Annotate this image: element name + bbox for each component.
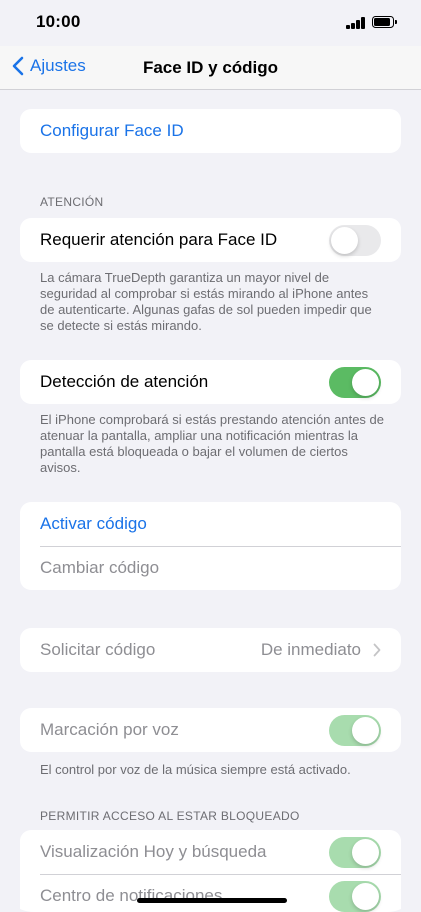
- notification-center-row: Centro de notificaciones: [20, 874, 401, 912]
- voice-dial-footer: El control por voz de la música siempre …: [40, 762, 351, 777]
- activate-passcode-button[interactable]: Activar código: [20, 502, 401, 546]
- voice-dial-group: Marcación por voz: [20, 708, 401, 752]
- locked-access-header: PERMITIR ACCESO AL ESTAR BLOQUEADO: [40, 809, 300, 823]
- page-title: Face ID y código: [142, 58, 279, 77]
- chevron-right-icon: [373, 643, 381, 657]
- today-view-search-row: Visualización Hoy y búsqueda: [20, 830, 401, 874]
- require-attention-label: Requerir atención para Face ID: [40, 230, 278, 249]
- phone-screen: 10:00 Ajustes Face ID y código Configura…: [0, 0, 421, 912]
- voice-dial-row: Marcación por voz: [20, 708, 401, 752]
- require-passcode-label: Solicitar código: [40, 640, 156, 659]
- setup-face-id-group: Configurar Face ID: [20, 109, 401, 153]
- require-passcode-group: Solicitar código De inmediato: [20, 628, 401, 672]
- require-attention-row: Requerir atención para Face ID: [20, 218, 401, 262]
- status-time: 10:00: [36, 12, 81, 31]
- notification-center-label: Centro de notificaciones: [40, 886, 223, 905]
- cellular-signal-icon: [346, 17, 366, 29]
- attention-detection-group: Detección de atención: [20, 360, 401, 404]
- notification-center-toggle[interactable]: [329, 881, 381, 912]
- today-view-search-toggle[interactable]: [329, 837, 381, 868]
- status-bar: 10:00: [0, 0, 421, 46]
- battery-icon: [372, 16, 397, 28]
- navigation-bar: Ajustes Face ID y código: [0, 46, 421, 90]
- attention-detection-label: Detección de atención: [40, 372, 209, 391]
- voice-dial-label: Marcación por voz: [40, 720, 179, 739]
- attention-header: ATENCIÓN: [40, 195, 104, 209]
- attention-detection-footer: El iPhone comprobará si estás prestando …: [40, 412, 384, 475]
- change-passcode-button[interactable]: Cambiar código: [20, 546, 401, 590]
- require-attention-toggle[interactable]: [329, 225, 381, 256]
- voice-dial-toggle[interactable]: [329, 715, 381, 746]
- home-indicator[interactable]: [137, 898, 287, 903]
- setup-face-id-button[interactable]: Configurar Face ID: [20, 109, 401, 153]
- require-attention-footer: La cámara TrueDepth garantiza un mayor n…: [40, 270, 372, 333]
- attention-detection-row: Detección de atención: [20, 360, 401, 404]
- today-view-search-label: Visualización Hoy y búsqueda: [40, 842, 267, 861]
- activate-passcode-label: Activar código: [40, 514, 147, 533]
- passcode-group: Activar código Cambiar código: [20, 502, 401, 590]
- require-passcode-value: De inmediato: [260, 640, 361, 659]
- change-passcode-label: Cambiar código: [40, 558, 160, 577]
- require-attention-group: Requerir atención para Face ID: [20, 218, 401, 262]
- require-passcode-row[interactable]: Solicitar código De inmediato: [20, 628, 401, 672]
- setup-face-id-label: Configurar Face ID: [40, 121, 184, 140]
- attention-detection-toggle[interactable]: [329, 367, 381, 398]
